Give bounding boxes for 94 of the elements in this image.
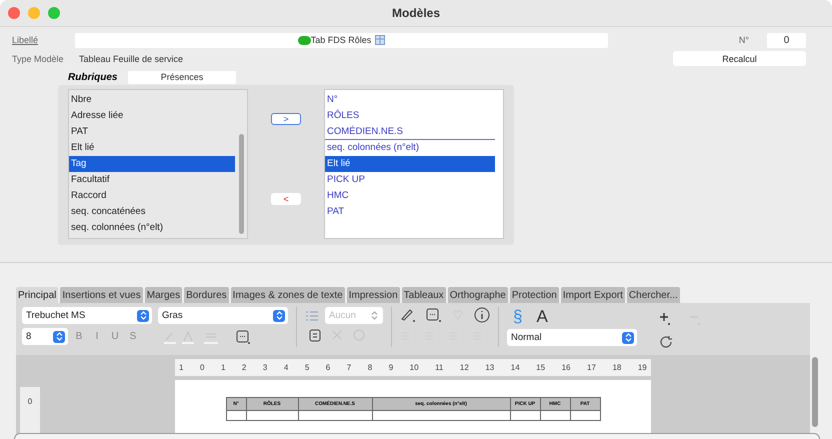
- table-cell: [540, 410, 570, 421]
- list-item[interactable]: HMC: [325, 188, 495, 204]
- table-cell: [246, 410, 298, 421]
- list-item[interactable]: Elt lié: [69, 140, 235, 156]
- number-label: N°: [738, 35, 749, 45]
- tab[interactable]: Chercher...: [626, 287, 680, 303]
- refresh-icon[interactable]: [659, 335, 673, 349]
- chevron-icon: [622, 332, 634, 344]
- chosen-list[interactable]: N° RÔLES COMÉDIEN.NE.S seq. colonnées (n°elt) Elt lié PICK UP HMC PAT: [324, 89, 504, 239]
- tab[interactable]: Tableaux: [402, 287, 446, 303]
- tab[interactable]: Bordures: [184, 287, 229, 303]
- chevron-icon: [53, 330, 65, 342]
- pencil-icon[interactable]: [400, 308, 416, 322]
- weight-select[interactable]: Gras: [158, 307, 288, 324]
- libelle-label[interactable]: Libellé: [12, 35, 75, 45]
- ruler-number: 0: [28, 397, 32, 408]
- ruler-number: 15: [536, 363, 546, 372]
- rubriques-label: Rubriques: [68, 72, 118, 82]
- tab[interactable]: Images & zones de texte: [230, 287, 345, 303]
- list-item[interactable]: seq. colonnées (n°elt): [325, 140, 495, 156]
- close-button[interactable]: [8, 7, 20, 19]
- ruler-number: 5: [304, 363, 310, 372]
- ruler-number: 2: [242, 363, 246, 372]
- ruler-number: 18: [612, 363, 622, 372]
- ruler-number: 13: [485, 363, 494, 372]
- ruler-number: 9: [388, 363, 394, 372]
- more-icon[interactable]: [236, 330, 250, 344]
- list-item[interactable]: Tag: [69, 156, 235, 172]
- ruler-number: 8: [368, 363, 372, 372]
- info-icon[interactable]: [474, 307, 490, 323]
- window-title: Modèles: [392, 6, 440, 20]
- type-label: Type Modèle: [12, 54, 65, 64]
- list-item[interactable]: Elt lié: [325, 156, 495, 172]
- list-item[interactable]: PICK UP: [325, 172, 495, 188]
- character-style[interactable]: A: [536, 307, 548, 327]
- ruler-number: 14: [510, 363, 520, 372]
- list-item[interactable]: N°: [325, 92, 495, 108]
- libelle-value: Tab FDS Rôles: [310, 35, 372, 45]
- chevron-icon: [137, 310, 149, 322]
- add-button[interactable]: >: [271, 113, 301, 125]
- size-select[interactable]: 8: [22, 328, 68, 345]
- list-item[interactable]: Nbre: [69, 92, 235, 108]
- chevron-icon: [273, 310, 285, 322]
- list-item[interactable]: seq. colonnées (n°elt): [69, 220, 235, 236]
- remove-button[interactable]: <: [271, 193, 301, 205]
- tab[interactable]: Principal: [16, 287, 58, 303]
- list-item[interactable]: COMÉDIEN.NE.S: [325, 124, 495, 140]
- scrollbar-thumb[interactable]: [239, 134, 244, 234]
- font-select[interactable]: Trebuchet MS: [22, 307, 152, 324]
- list-item[interactable]: Adresse liée: [69, 108, 235, 124]
- zoom-button[interactable]: [48, 7, 60, 19]
- ruler-number: 7: [346, 363, 352, 372]
- table-cell: [510, 410, 540, 421]
- list-item[interactable]: Raccord: [69, 188, 235, 204]
- ruler-number: 6: [326, 363, 330, 372]
- ruler-number: 1: [179, 363, 184, 372]
- ruler-number: 3: [262, 363, 268, 372]
- list-item[interactable]: Facultatif: [69, 172, 235, 188]
- table-cell: [570, 410, 600, 421]
- recalcul-button[interactable]: Recalcul: [673, 51, 806, 66]
- type-value: Tableau Feuille de service: [79, 54, 184, 64]
- ruler-number: 11: [435, 363, 444, 372]
- ruler-number: 10: [410, 363, 419, 372]
- ruler-number: 0: [200, 363, 204, 372]
- tab[interactable]: Import Export: [560, 287, 625, 303]
- tab[interactable]: Protection: [510, 287, 559, 303]
- list-item[interactable]: PAT: [325, 204, 495, 220]
- tab[interactable]: Marges: [144, 287, 182, 303]
- minimize-button[interactable]: [28, 7, 40, 19]
- table-cell: [226, 410, 246, 421]
- list-item[interactable]: RÔLES: [325, 108, 495, 124]
- paragraph-style-select[interactable]: Normal: [507, 329, 637, 346]
- list-item[interactable]: PAT: [69, 124, 235, 140]
- available-list[interactable]: Nbre Adresse liée PAT Elt lié Tag Facultatif Raccord seq. concaténées seq. colonnées (n°elt): [68, 89, 248, 239]
- tab[interactable]: Impression: [346, 287, 400, 303]
- clipboard-icon[interactable]: [309, 328, 321, 342]
- number-field[interactable]: 0: [767, 32, 806, 48]
- ruler-number: 19: [638, 363, 647, 372]
- scrollbar-thumb[interactable]: [812, 357, 818, 427]
- ruler-number: 17: [587, 363, 596, 372]
- presences-field[interactable]: Présences: [128, 70, 236, 84]
- list-icon: [305, 310, 319, 322]
- more-icon[interactable]: [426, 308, 442, 322]
- tab[interactable]: Insertions et vues: [60, 287, 143, 303]
- ruler[interactable]: 1 0 1 2 3 4 5 6 7 8 9 10 11 12 13 14 15 16 17 18 19: [175, 359, 651, 376]
- ruler-number: 12: [460, 363, 469, 372]
- libelle-field[interactable]: Tab FDS Rôles: [75, 32, 608, 48]
- ruler-number: 16: [562, 363, 570, 372]
- list-item[interactable]: seq. concaténées: [69, 204, 235, 220]
- tab[interactable]: Orthographe: [448, 287, 508, 303]
- plus-icon[interactable]: [659, 311, 671, 325]
- ruler-number: 1: [220, 363, 226, 372]
- grid-icon: [375, 35, 386, 45]
- ruler-number: 4: [284, 363, 288, 372]
